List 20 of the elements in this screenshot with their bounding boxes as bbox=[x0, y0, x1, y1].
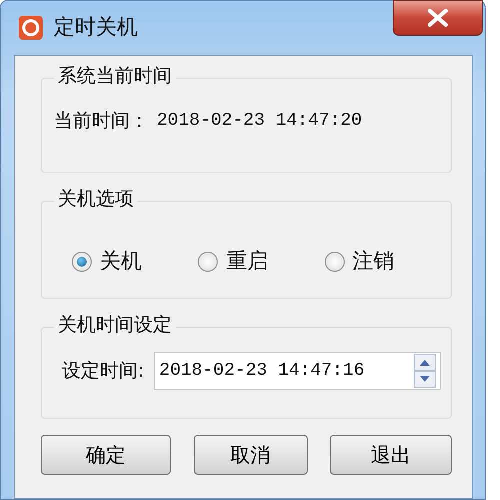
close-icon bbox=[427, 9, 449, 27]
current-time-value: 2018-02-23 14:47:20 bbox=[157, 110, 362, 133]
radio-label[interactable]: 关机 bbox=[100, 246, 142, 278]
dialog-button[interactable]: 退出 bbox=[330, 435, 452, 475]
radio-button[interactable] bbox=[324, 252, 345, 272]
spin-arrows-icon bbox=[414, 354, 436, 388]
close-button[interactable] bbox=[393, 0, 483, 36]
radio-label[interactable]: 重启 bbox=[226, 246, 268, 278]
window-title: 定时关机 bbox=[54, 14, 138, 42]
datetime-field[interactable]: 2018-02-23 14:47:16 bbox=[154, 352, 441, 390]
time-label: 设定时间: bbox=[62, 358, 144, 384]
dialog-button[interactable]: 确定 bbox=[41, 435, 171, 475]
radio-button[interactable] bbox=[72, 252, 92, 272]
time-label: 当前时间： bbox=[54, 109, 149, 134]
dialog-button[interactable]: 取消 bbox=[194, 435, 308, 475]
group-legend: 关机选项 bbox=[54, 188, 138, 211]
power-icon bbox=[18, 15, 44, 41]
group-legend: 关机时间设定 bbox=[54, 314, 176, 337]
radio-button[interactable] bbox=[198, 252, 218, 272]
radio-label[interactable]: 注销 bbox=[352, 246, 395, 278]
